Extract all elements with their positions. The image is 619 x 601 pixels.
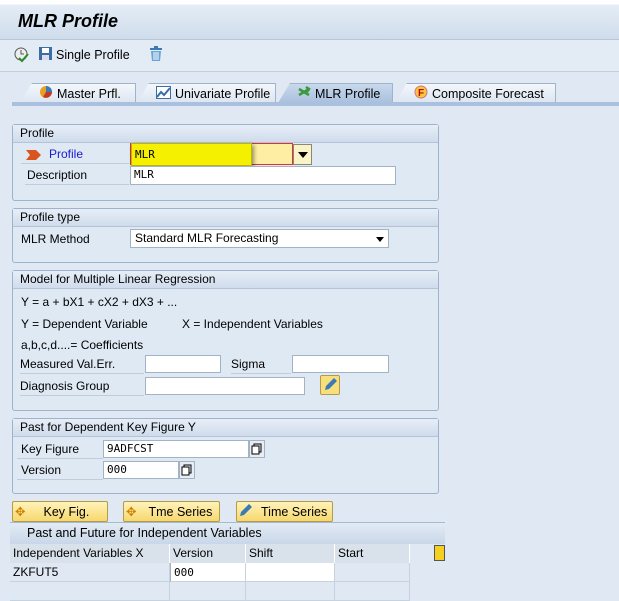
description-label: Description [25,167,129,185]
diagnosis-label: Diagnosis Group [20,379,144,396]
sigma-label: Sigma [231,357,291,374]
dependent-text: Y = Dependent Variable [21,317,148,331]
pencil-icon [321,378,339,397]
tab-master-profile[interactable]: Master Prfl. [20,83,136,103]
table-cell [335,582,410,601]
mlr-method-select[interactable]: Standard MLR Forecasting [130,229,389,248]
diagnosis-input[interactable] [145,377,305,395]
check-button[interactable] [13,46,30,66]
sigma-input[interactable] [292,355,389,373]
tab-mlr-profile[interactable]: MLR Profile [278,83,393,103]
group-header: Profile type [13,209,438,227]
save-icon [38,46,53,64]
table-cell: ZKFUT5 [10,563,170,582]
shift-cell-input[interactable] [246,563,335,582]
pencil-icon [239,503,253,520]
coefficients-text: a,b,c,d....= Coefficients [21,338,144,352]
independent-text: X = Independent Variables [182,317,323,331]
time-series-edit-button[interactable]: Time Series [236,501,333,522]
table-cell [10,582,170,601]
profile-input[interactable]: MLR [131,143,252,166]
table-cell [246,582,335,601]
table-row: ZKFUT5 000 [10,563,410,582]
line-chart-icon [156,85,171,102]
chevron-down-icon [376,237,384,242]
version-help-button[interactable] [179,461,195,479]
key-figure-help-button[interactable] [249,440,265,458]
pie-chart-icon [39,85,53,102]
group-header: Past for Dependent Key Figure Y [13,419,438,437]
table-settings-icon[interactable] [434,545,445,561]
tme-series-button[interactable]: ✥ Tme Series [123,501,220,522]
column-header[interactable]: Shift [246,544,335,563]
copy-icon [180,464,194,481]
edit-diagnosis-button[interactable] [320,375,340,395]
profile-label: Profile [21,146,129,164]
measured-input[interactable] [145,355,221,373]
copy-icon [250,443,264,460]
tab-univariate-profile[interactable]: Univariate Profile [137,83,276,103]
key-figure-label: Key Figure [17,442,103,459]
svg-text:F: F [418,88,424,99]
composite-icon: F [414,85,428,102]
start-cell [335,563,410,582]
column-header[interactable]: Version [170,544,246,563]
hierarchy-icon: ✥ [15,505,26,519]
formula-text: Y = a + bX1 + cX2 + dX3 + ... [21,295,178,309]
version-cell-input[interactable]: 000 [170,563,246,582]
key-figure-input[interactable]: 9ADFCST [103,440,249,458]
mlr-method-label: MLR Method [21,232,90,246]
key-fig-button[interactable]: ✥ Key Fig. [12,501,108,522]
tab-composite-forecast[interactable]: F Composite Forecast [395,83,556,103]
version-label: Version [17,463,103,480]
tab-strip-line [12,102,619,106]
check-icon [13,46,30,66]
page-title: MLR Profile [18,11,119,31]
profile-dropdown-button[interactable] [293,144,312,165]
chevron-down-icon [298,152,308,158]
group-header: Profile [13,125,438,143]
group-header: Model for Multiple Linear Regression [13,271,438,289]
description-input[interactable]: MLR [130,166,396,185]
trash-icon [148,46,164,65]
measured-label: Measured Val.Err. [20,357,144,374]
table-header-row: Independent Variables X Version Shift St… [10,544,410,563]
hierarchy-icon: ✥ [126,505,137,519]
column-header[interactable]: Start [335,544,410,563]
version-input[interactable]: 000 [103,461,179,479]
arrows-icon [297,85,311,102]
table-row [10,582,410,601]
table-title: Past and Future for Independent Variable… [10,522,445,544]
delete-button[interactable] [148,46,164,65]
column-header[interactable]: Independent Variables X [10,544,170,563]
table-cell [170,582,246,601]
save-single-profile-button[interactable]: Single Profile [38,46,130,64]
